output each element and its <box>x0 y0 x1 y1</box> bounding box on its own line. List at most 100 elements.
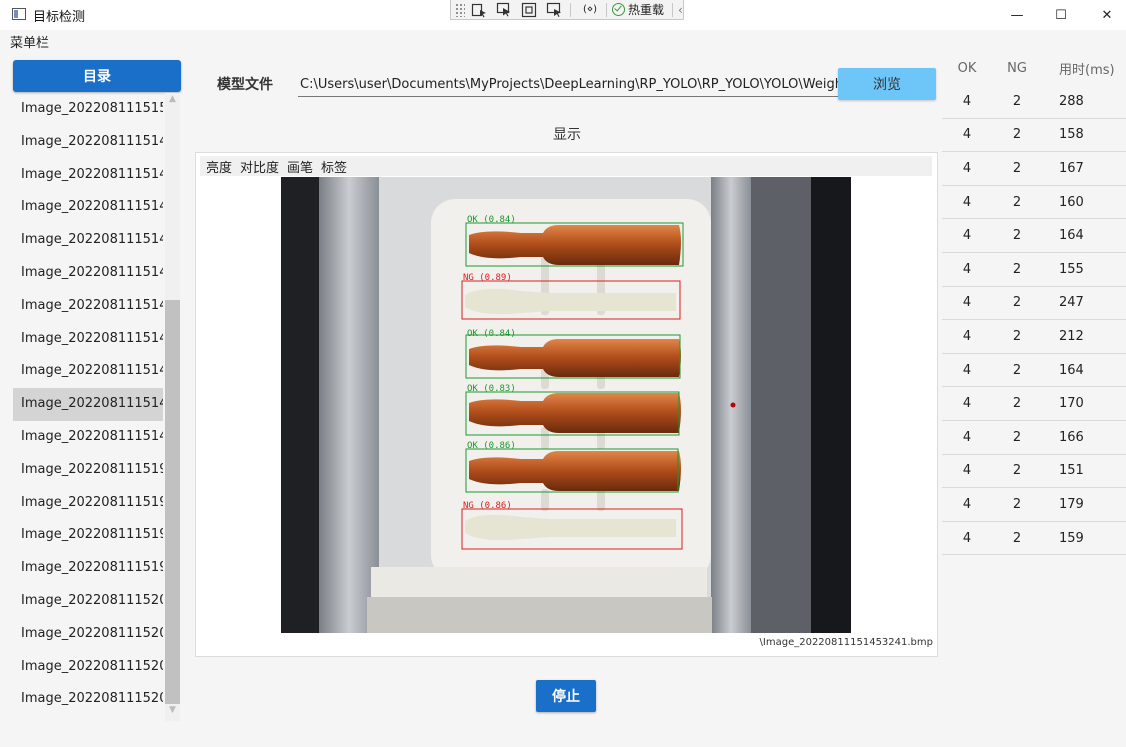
model-file-label: 模型文件 <box>217 77 273 93</box>
detection-image-canvas: OK (0.84) NG (0.89) OK (0.84) OK (0.83) … <box>281 177 851 633</box>
ok-count-cell: 4 <box>962 328 972 344</box>
display-layout-button[interactable] <box>543 1 565 19</box>
file-list-item[interactable]: Image_20220811151455 <box>13 191 163 224</box>
results-row[interactable]: 4 2 160 <box>942 186 1126 220</box>
ng-count-cell: 2 <box>1012 530 1022 546</box>
file-list[interactable]: Image_20220811151533Image_20220811151453… <box>13 93 163 721</box>
results-row[interactable]: 4 2 151 <box>942 455 1126 489</box>
select-element-button[interactable] <box>468 1 490 19</box>
close-button[interactable]: ✕ <box>1084 0 1126 30</box>
scroll-up-icon[interactable]: ▲ <box>165 94 180 108</box>
contrast-menu[interactable]: 对比度 <box>240 157 279 176</box>
results-row[interactable]: 4 2 179 <box>942 488 1126 522</box>
time-ms-cell: 166 <box>1059 429 1084 445</box>
results-row[interactable]: 4 2 288 <box>942 85 1126 119</box>
results-row[interactable]: 4 2 167 <box>942 152 1126 186</box>
time-ms-cell: 155 <box>1059 261 1084 277</box>
file-list-item[interactable]: Image_20220811151453241 <box>13 388 163 421</box>
results-row[interactable]: 4 2 155 <box>942 253 1126 287</box>
browse-button[interactable]: 浏览 <box>838 68 936 100</box>
grip-icon[interactable] <box>455 2 465 17</box>
column-header-ok[interactable]: OK <box>942 61 992 76</box>
frame-button[interactable] <box>518 1 540 19</box>
file-list-item[interactable]: Image_20220811151453 <box>13 126 163 159</box>
time-ms-cell: 164 <box>1059 362 1084 378</box>
hot-reload-button[interactable]: 热重载 <box>612 1 664 18</box>
file-list-item[interactable]: Image_20220811152001 <box>13 585 163 618</box>
brush-menu[interactable]: 画笔 <box>287 157 313 176</box>
column-header-time[interactable]: 用时(ms) <box>1042 59 1126 78</box>
time-ms-cell: 159 <box>1059 530 1084 546</box>
file-list-item[interactable]: Image_20220811151459 <box>13 323 163 356</box>
ng-count-cell: 2 <box>1012 429 1022 445</box>
stop-button[interactable]: 停止 <box>536 680 596 712</box>
menu-item[interactable]: 菜单栏 <box>10 32 49 51</box>
file-list-item[interactable]: Image_20220811151903 <box>13 519 163 552</box>
model-path-input[interactable] <box>298 72 840 97</box>
brightness-menu[interactable]: 亮度 <box>206 157 232 176</box>
results-row[interactable]: 4 2 164 <box>942 354 1126 388</box>
results-row[interactable]: 4 2 159 <box>942 522 1126 556</box>
ok-count-cell: 4 <box>962 228 972 244</box>
file-list-item[interactable]: Image_20220811151458 <box>13 290 163 323</box>
file-list-item[interactable]: Image_20220811151902 <box>13 487 163 520</box>
file-list-item[interactable]: Image_20220811151460 <box>13 355 163 388</box>
minimize-button[interactable]: — <box>994 0 1040 30</box>
label-menu[interactable]: 标签 <box>321 157 347 176</box>
left-rail <box>319 177 379 633</box>
time-ms-cell: 164 <box>1059 228 1084 244</box>
results-row[interactable]: 4 2 158 <box>942 119 1126 153</box>
file-list-item[interactable]: Image_20220811152004 <box>13 683 163 716</box>
ng-count-cell: 2 <box>1012 295 1022 311</box>
directory-button[interactable]: 目录 <box>13 60 181 92</box>
column-header-ng[interactable]: NG <box>992 61 1042 76</box>
toolbar-separator <box>672 2 674 17</box>
time-ms-cell: 167 <box>1059 160 1084 176</box>
ok-count-cell: 4 <box>962 93 972 109</box>
ok-count-cell: 4 <box>962 496 972 512</box>
results-body: 4 2 288 4 2 158 4 2 167 4 2 160 4 2 164 4 2 155 4 2 247 4 2 212… <box>942 85 1126 556</box>
file-list-item[interactable]: Image_20220811151533 <box>13 93 163 126</box>
pointer-button[interactable] <box>493 1 515 19</box>
file-list-item[interactable]: Image_20220811151457 <box>13 257 163 290</box>
results-row[interactable]: 4 2 164 <box>942 219 1126 253</box>
toolbar-separator <box>606 2 607 17</box>
image-file-caption: \Image_20220811151453241.bmp <box>759 637 933 648</box>
results-row[interactable]: 4 2 170 <box>942 387 1126 421</box>
ng-count-cell: 2 <box>1012 127 1022 143</box>
detection-image[interactable]: OK (0.84) NG (0.89) OK (0.84) OK (0.83) … <box>281 177 851 633</box>
file-list-item[interactable]: Image_20220811152003 <box>13 651 163 684</box>
maximize-button[interactable]: ☐ <box>1038 0 1084 30</box>
collapse-chevron-icon[interactable]: ‹ <box>678 3 683 17</box>
results-table: OK NG 用时(ms) 4 2 288 4 2 158 4 2 167 4 2 160 4 2 164 4 2… <box>942 52 1126 556</box>
ok-count-cell: 4 <box>962 160 972 176</box>
ng-count-cell: 2 <box>1012 93 1022 109</box>
time-ms-cell: 151 <box>1059 463 1084 479</box>
file-list-item[interactable]: Image_20220811151901 <box>13 454 163 487</box>
ng-count-cell: 2 <box>1012 261 1022 277</box>
file-list-item[interactable]: Image_20220811151456 <box>13 224 163 257</box>
image-toolbar: 亮度 对比度 画笔 标签 <box>200 156 932 176</box>
file-list-item[interactable]: Image_20220811151454 <box>13 159 163 192</box>
detection-label: OK (0.84) <box>467 215 516 225</box>
time-ms-cell: 179 <box>1059 496 1084 512</box>
file-list-item[interactable]: Image_20220811151462 <box>13 421 163 454</box>
tray-lip <box>371 567 707 601</box>
time-ms-cell: 158 <box>1059 127 1084 143</box>
cable-area <box>811 177 851 633</box>
time-ms-cell: 247 <box>1059 295 1084 311</box>
close-icon: ✕ <box>1101 7 1113 23</box>
maximize-icon: ☐ <box>1055 7 1067 23</box>
binding-button[interactable]: (⋄) <box>579 1 601 19</box>
ok-count-cell: 4 <box>962 396 972 412</box>
scroll-down-icon[interactable]: ▼ <box>165 705 180 719</box>
pointer-icon <box>496 2 510 16</box>
file-list-item[interactable]: Image_20220811151904 <box>13 552 163 585</box>
detection-label: OK (0.84) <box>467 329 516 339</box>
results-row[interactable]: 4 2 212 <box>942 320 1126 354</box>
scrollbar-thumb[interactable] <box>165 300 180 704</box>
app-icon <box>12 8 26 20</box>
file-list-item[interactable]: Image_20220811152002 <box>13 618 163 651</box>
results-row[interactable]: 4 2 166 <box>942 421 1126 455</box>
results-row[interactable]: 4 2 247 <box>942 287 1126 321</box>
